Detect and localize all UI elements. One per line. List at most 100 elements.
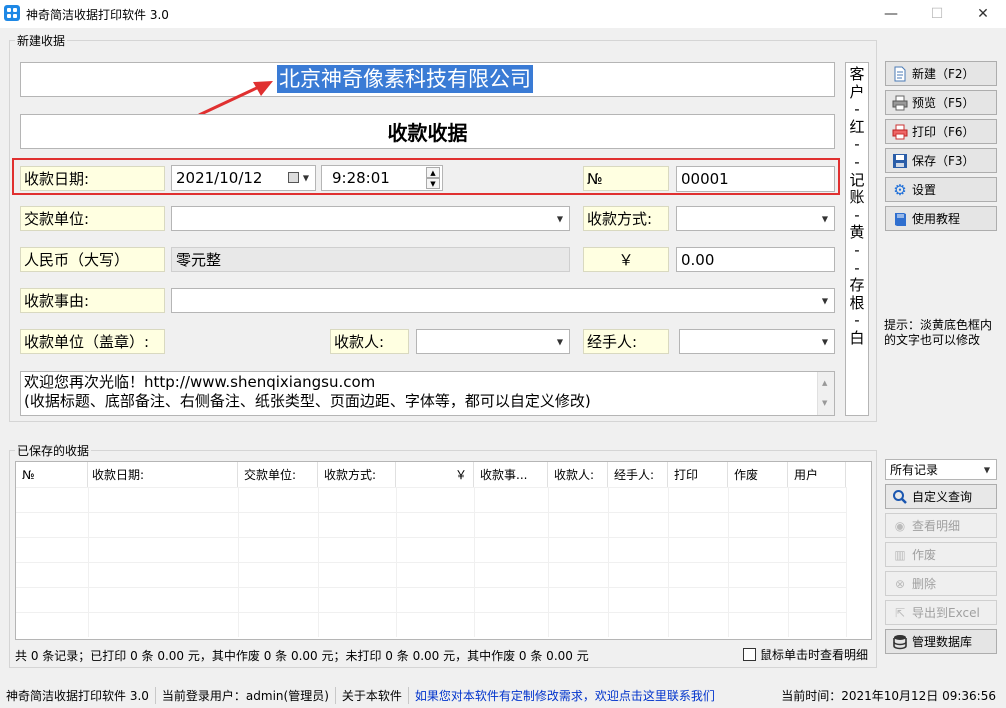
reason-dropdown[interactable]: ▼ [171, 288, 835, 313]
calendar-icon[interactable] [288, 172, 299, 183]
handler-label[interactable]: 经手人: [583, 329, 669, 354]
custom-query-button[interactable]: 自定义查询 [885, 484, 997, 509]
yen-label[interactable]: ￥ [583, 247, 669, 272]
number-label[interactable]: № [583, 166, 669, 191]
delete-label: 删除 [912, 577, 937, 591]
view-detail-label: 查看明细 [912, 519, 961, 533]
settings-button[interactable]: ⚙ 设置 [885, 177, 997, 202]
chevron-down-icon[interactable]: ▼ [557, 337, 563, 346]
time-picker[interactable]: 9:28:01 ▲ ▼ [321, 165, 443, 191]
note-scrollbar[interactable]: ▲ ▼ [817, 372, 834, 415]
chevron-down-icon[interactable]: ▼ [822, 296, 828, 305]
date-label[interactable]: 收款日期: [20, 166, 165, 191]
view-detail-button[interactable]: ◉ 查看明细 [885, 513, 997, 538]
side-note-char: 黄 [849, 223, 865, 242]
chevron-down-icon[interactable]: ▼ [303, 174, 309, 183]
column-header-handler[interactable]: 经手人: [608, 462, 668, 487]
column-header-date[interactable]: 收款日期: [88, 462, 238, 487]
saved-receipts-table[interactable]: № 收款日期: 交款单位: 收款方式: ￥ 收款事... 收款人: 经手人: 打… [15, 461, 872, 640]
bottom-note-textarea[interactable]: 欢迎您再次光临！http://www.shenqixiangsu.com (收据… [20, 371, 835, 416]
minimize-button[interactable]: — [868, 0, 914, 28]
table-column-line [88, 487, 89, 637]
column-header-receiver[interactable]: 收款人: [548, 462, 608, 487]
side-note-vertical[interactable]: 客户-红--记账-黄--存根-白 [845, 62, 869, 416]
payer-dropdown[interactable]: ▼ [171, 206, 570, 231]
side-note-char: 客 [849, 65, 865, 83]
column-header-reason[interactable]: 收款事... [474, 462, 548, 487]
preview-button[interactable]: 预览（F5） [885, 90, 997, 115]
save-button[interactable]: 保存（F3） [885, 148, 997, 173]
column-header-method[interactable]: 收款方式: [318, 462, 396, 487]
side-note-char: 账 [849, 188, 865, 207]
print-button[interactable]: 打印（F6） [885, 119, 997, 144]
tutorial-button-label: 使用教程 [912, 212, 961, 226]
floppy-icon [892, 153, 908, 169]
side-note-char: - [854, 135, 860, 154]
payer-label[interactable]: 交款单位: [20, 206, 165, 231]
export-icon: ⇱ [894, 605, 906, 620]
scroll-up-icon[interactable]: ▲ [822, 374, 827, 393]
export-excel-button[interactable]: ⇱ 导出到Excel [885, 600, 997, 625]
chevron-down-icon[interactable]: ▼ [557, 214, 563, 223]
side-note-char: 存 [849, 276, 865, 295]
receiver-label[interactable]: 收款人: [330, 329, 409, 354]
spin-up-icon[interactable]: ▲ [426, 167, 440, 178]
table-row [16, 587, 846, 588]
receiver-unit-label[interactable]: 收款单位（盖章）: [20, 329, 165, 354]
rmb-uppercase-value: 零元整 [176, 251, 222, 269]
column-header-user[interactable]: 用户 [788, 462, 846, 487]
status-login-user: 当前登录用户：admin(管理员) [156, 687, 336, 704]
chevron-down-icon[interactable]: ▼ [822, 337, 828, 346]
amount-field[interactable]: 0.00 [676, 247, 835, 272]
maximize-button[interactable]: ☐ [914, 0, 960, 28]
column-header-amount[interactable]: ￥ [396, 462, 474, 487]
delete-icon: ⊗ [894, 576, 906, 591]
tutorial-button[interactable]: 使用教程 [885, 206, 997, 231]
side-note-char: - [854, 100, 860, 119]
click-view-option[interactable]: 鼠标单击时查看明细 [743, 646, 868, 663]
company-name-field[interactable]: 北京神奇像素科技有限公司 [20, 62, 835, 97]
column-header-no[interactable]: № [16, 462, 88, 487]
side-note-char: 红 [849, 117, 865, 136]
receiver-dropdown[interactable]: ▼ [416, 329, 570, 354]
receipt-title-field[interactable]: 收款收据 [20, 114, 835, 149]
custom-contact-link[interactable]: 如果您对本软件有定制修改需求，欢迎点击这里联系我们 [409, 687, 721, 704]
void-button[interactable]: ▥ 作废 [885, 542, 997, 567]
spin-down-icon[interactable]: ▼ [426, 178, 440, 189]
reason-label[interactable]: 收款事由: [20, 288, 165, 313]
record-filter-dropdown[interactable]: 所有记录 ▼ [885, 459, 997, 480]
rmb-label[interactable]: 人民币（大写） [20, 247, 165, 272]
column-header-print[interactable]: 打印 [668, 462, 728, 487]
chevron-down-icon[interactable]: ▼ [822, 214, 828, 223]
about-link[interactable]: 关于本软件 [336, 687, 409, 704]
number-field[interactable]: 00001 [676, 166, 835, 192]
manage-database-button[interactable]: 管理数据库 [885, 629, 997, 654]
side-note-char: 户 [849, 82, 865, 101]
saved-receipts-group-title: 已保存的收据 [15, 442, 92, 459]
custom-query-label: 自定义查询 [912, 490, 973, 504]
document-icon [892, 66, 908, 82]
click-view-checkbox[interactable] [743, 648, 756, 661]
date-value: 2021/10/12 [176, 169, 263, 187]
column-header-void[interactable]: 作废 [728, 462, 788, 487]
column-header-payer[interactable]: 交款单位: [238, 462, 318, 487]
database-icon [892, 634, 908, 650]
close-button[interactable]: ✕ [960, 0, 1006, 28]
save-button-label: 保存（F3） [912, 154, 975, 168]
chevron-down-icon[interactable]: ▼ [984, 465, 990, 474]
handler-dropdown[interactable]: ▼ [679, 329, 835, 354]
export-label: 导出到Excel [912, 606, 980, 620]
table-column-line [668, 487, 669, 637]
side-note-char: - [854, 311, 860, 330]
delete-button[interactable]: ⊗ 删除 [885, 571, 997, 596]
table-column-line [846, 487, 847, 637]
payment-method-dropdown[interactable]: ▼ [676, 206, 835, 231]
side-note-char: 根 [849, 293, 865, 312]
date-picker[interactable]: 2021/10/12 ▼ [171, 165, 316, 191]
scroll-down-icon[interactable]: ▼ [822, 394, 827, 413]
void-icon: ▥ [894, 547, 906, 562]
time-value: 9:28:01 [332, 169, 390, 187]
new-button[interactable]: 新建（F2） [885, 61, 997, 86]
payment-method-label[interactable]: 收款方式: [583, 206, 669, 231]
printer-icon [892, 124, 908, 140]
